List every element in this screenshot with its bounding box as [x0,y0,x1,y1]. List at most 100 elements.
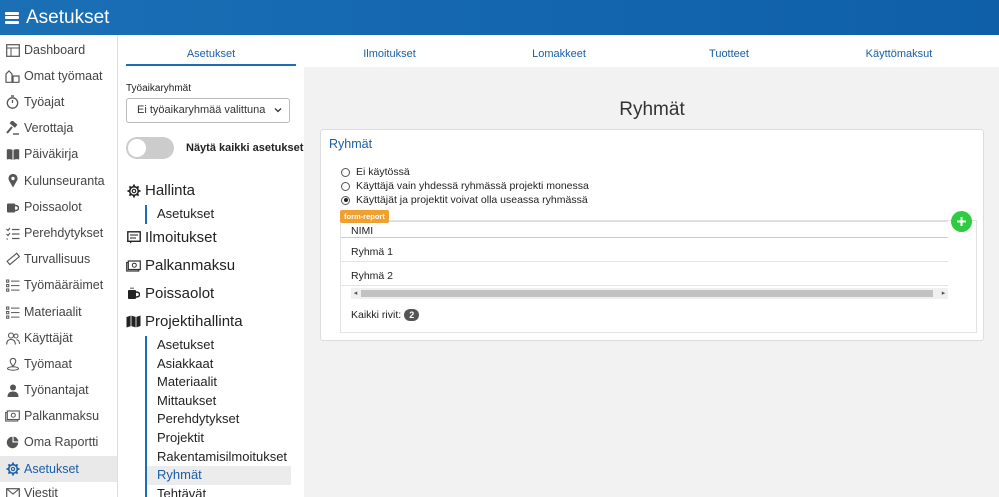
sidebar-item-päiväkirja[interactable]: Päiväkirja [0,141,117,167]
table-row[interactable]: Ryhmä 2 [341,262,948,286]
coffee-icon [126,286,141,301]
sidebar-item-label: Poissaolot [24,200,82,215]
checklist-icon [5,226,20,241]
radio-indicator [341,195,350,205]
submenu-item-asiakkaat[interactable]: Asiakkaat [147,355,291,374]
sidebar-item-asetukset[interactable]: Asetukset [0,456,117,483]
users-icon [5,331,20,346]
submenu-item-perehdytykset[interactable]: Perehdytykset [147,410,291,429]
sidebar-item-työajat[interactable]: Työajat [0,89,117,115]
submenu-item-mittaukset[interactable]: Mittaukset [147,392,291,411]
ruler-icon [5,252,20,267]
sidebar-item-viestit[interactable]: Viestit [0,480,117,497]
tab-label: Asetukset [186,48,236,60]
sidebar-item-label: Palkanmaksu [24,409,100,424]
menu-projektihallinta-label: Projektihallinta [145,313,243,330]
sidebar-item-label: Turvallisuus [24,252,91,267]
sidebar-item-kulunseuranta[interactable]: Kulunseuranta [0,168,117,194]
submenu-item-projektit[interactable]: Projektit [147,429,291,448]
submenu-item-asetukset[interactable]: Asetukset [147,205,291,224]
menu-ilmoitukset[interactable]: Ilmoitukset [126,229,217,246]
submenu-item-rakentamisilmoitukset[interactable]: Rakentamisilmoitukset [147,448,291,467]
menu-palkanmaksu[interactable]: Palkanmaksu [126,257,235,274]
horizontal-scrollbar[interactable]: ◂ ▸ [351,288,948,299]
menu-hallinta[interactable]: Hallinta [126,182,195,199]
radio-indicator [341,167,350,177]
menu-palkanmaksu-label: Palkanmaksu [145,257,236,274]
dashboard-icon [5,43,20,58]
top-bar: Asetukset [0,0,999,35]
tab-kayttomaksut[interactable]: Käyttömaksut [823,35,975,67]
menu-poissaolot-label: Poissaolot [145,285,215,302]
card-title: Ryhmät [329,137,373,151]
submenu-item-materiaalit[interactable]: Materiaalit [147,373,291,392]
radio-option-single-group[interactable]: Käyttäjä vain yhdessä ryhmässä projekti … [341,180,589,192]
sidebar-item-label: Työnantajat [24,383,89,398]
sidebar: Dashboard Omat työmaat Työajat Verottaja Päi… [0,35,118,497]
tab-label: Käyttömaksut [865,48,933,60]
money-icon [5,409,20,424]
submenu-item-asetukset[interactable]: Asetukset [147,336,291,355]
submenu-item-tehtävät[interactable]: Tehtävät [147,485,291,497]
scrollbar-thumb[interactable] [361,290,933,297]
list-icon [5,305,20,320]
scroll-right-arrow-icon[interactable]: ▸ [940,290,947,297]
radio-option-multiple-groups[interactable]: Käyttäjät ja projektit voivat olla useas… [341,194,588,206]
sidebar-item-dashboard[interactable]: Dashboard [0,37,117,63]
sidebar-item-oma-raportti[interactable]: Oma Raportti [0,429,117,455]
sidebar-item-label: Kulunseuranta [24,174,105,189]
menu-ilmoitukset-label: Ilmoitukset [145,229,217,246]
tab-tuotteet[interactable]: Tuotteet [635,35,823,67]
active-tab-indicator [126,64,296,66]
scroll-left-arrow-icon[interactable]: ◂ [352,290,359,297]
sidebar-item-työmaat[interactable]: Työmaat [0,351,117,377]
sidebar-item-työnantajat[interactable]: Työnantajat [0,377,117,403]
money-icon [126,258,141,273]
pie-chart-icon [5,435,20,450]
total-rows-label: Kaikki rivit: [351,309,402,321]
menu-projektihallinta[interactable]: Projektihallinta [126,313,243,330]
sidebar-item-label: Asetukset [24,462,79,477]
coffee-icon [5,200,20,215]
sidebar-item-turvallisuus[interactable]: Turvallisuus [0,246,117,272]
sidebar-item-label: Työmaat [24,357,72,372]
sidebar-item-label: Viestit [24,486,58,497]
plus-icon [957,217,966,226]
groups-table-container: NIMI Ryhmä 1 Ryhmä 2 ◂ ▸ Kaikki rivit: 2 [340,220,977,333]
sidebar-item-label: Käyttäjät [24,331,73,346]
tab-ilmoitukset[interactable]: Ilmoitukset [296,35,483,67]
sidebar-item-käyttäjät[interactable]: Käyttäjät [0,325,117,351]
sidebar-item-verottaja[interactable]: Verottaja [0,115,117,141]
tab-asetukset[interactable]: Asetukset [126,35,296,67]
menu-poissaolot[interactable]: Poissaolot [126,285,214,302]
sidebar-item-poissaolot[interactable]: Poissaolot [0,194,117,220]
hamburger-menu-icon[interactable] [5,11,19,25]
tab-label: Lomakkeet [532,48,586,60]
total-rows: Kaikki rivit: 2 [351,309,420,321]
hallinta-submenu: Asetukset [145,205,291,224]
gear-icon [5,462,20,477]
sidebar-item-palkanmaksu[interactable]: Palkanmaksu [0,403,117,429]
form-report-badge: form-report [340,210,389,223]
radio-indicator [341,181,350,191]
work-time-group-select[interactable]: Ei työaikaryhmää valittuna [126,98,290,123]
show-all-settings-toggle[interactable] [126,137,174,159]
add-group-button[interactable] [951,211,972,232]
toggle-knob [128,139,146,157]
radio-option-disabled[interactable]: Ei käytössä [341,166,410,178]
tab-lomakkeet[interactable]: Lomakkeet [483,35,635,67]
map-marker-icon [5,174,20,189]
table-row[interactable]: Ryhmä 1 [341,238,948,262]
submenu-item-ryhmät[interactable]: Ryhmät [147,466,291,485]
gavel-icon [5,121,20,136]
chevron-down-icon [274,108,282,113]
projektihallinta-submenu: Asetukset Asiakkaat Materiaalit Mittaukset P… [145,336,291,497]
sidebar-item-materiaalit[interactable]: Materiaalit [0,299,117,325]
table-header-name[interactable]: NIMI [341,221,948,238]
total-rows-count-badge: 2 [404,309,420,321]
sidebar-item-label: Työmääräimet [24,278,104,293]
sidebar-item-omat-työmaat[interactable]: Omat työmaat [0,63,117,89]
sidebar-item-työmääräimet[interactable]: Työmääräimet [0,272,117,298]
sidebar-item-perehdytykset[interactable]: Perehdytykset [0,220,117,246]
sidebar-item-label: Oma Raportti [24,435,99,450]
